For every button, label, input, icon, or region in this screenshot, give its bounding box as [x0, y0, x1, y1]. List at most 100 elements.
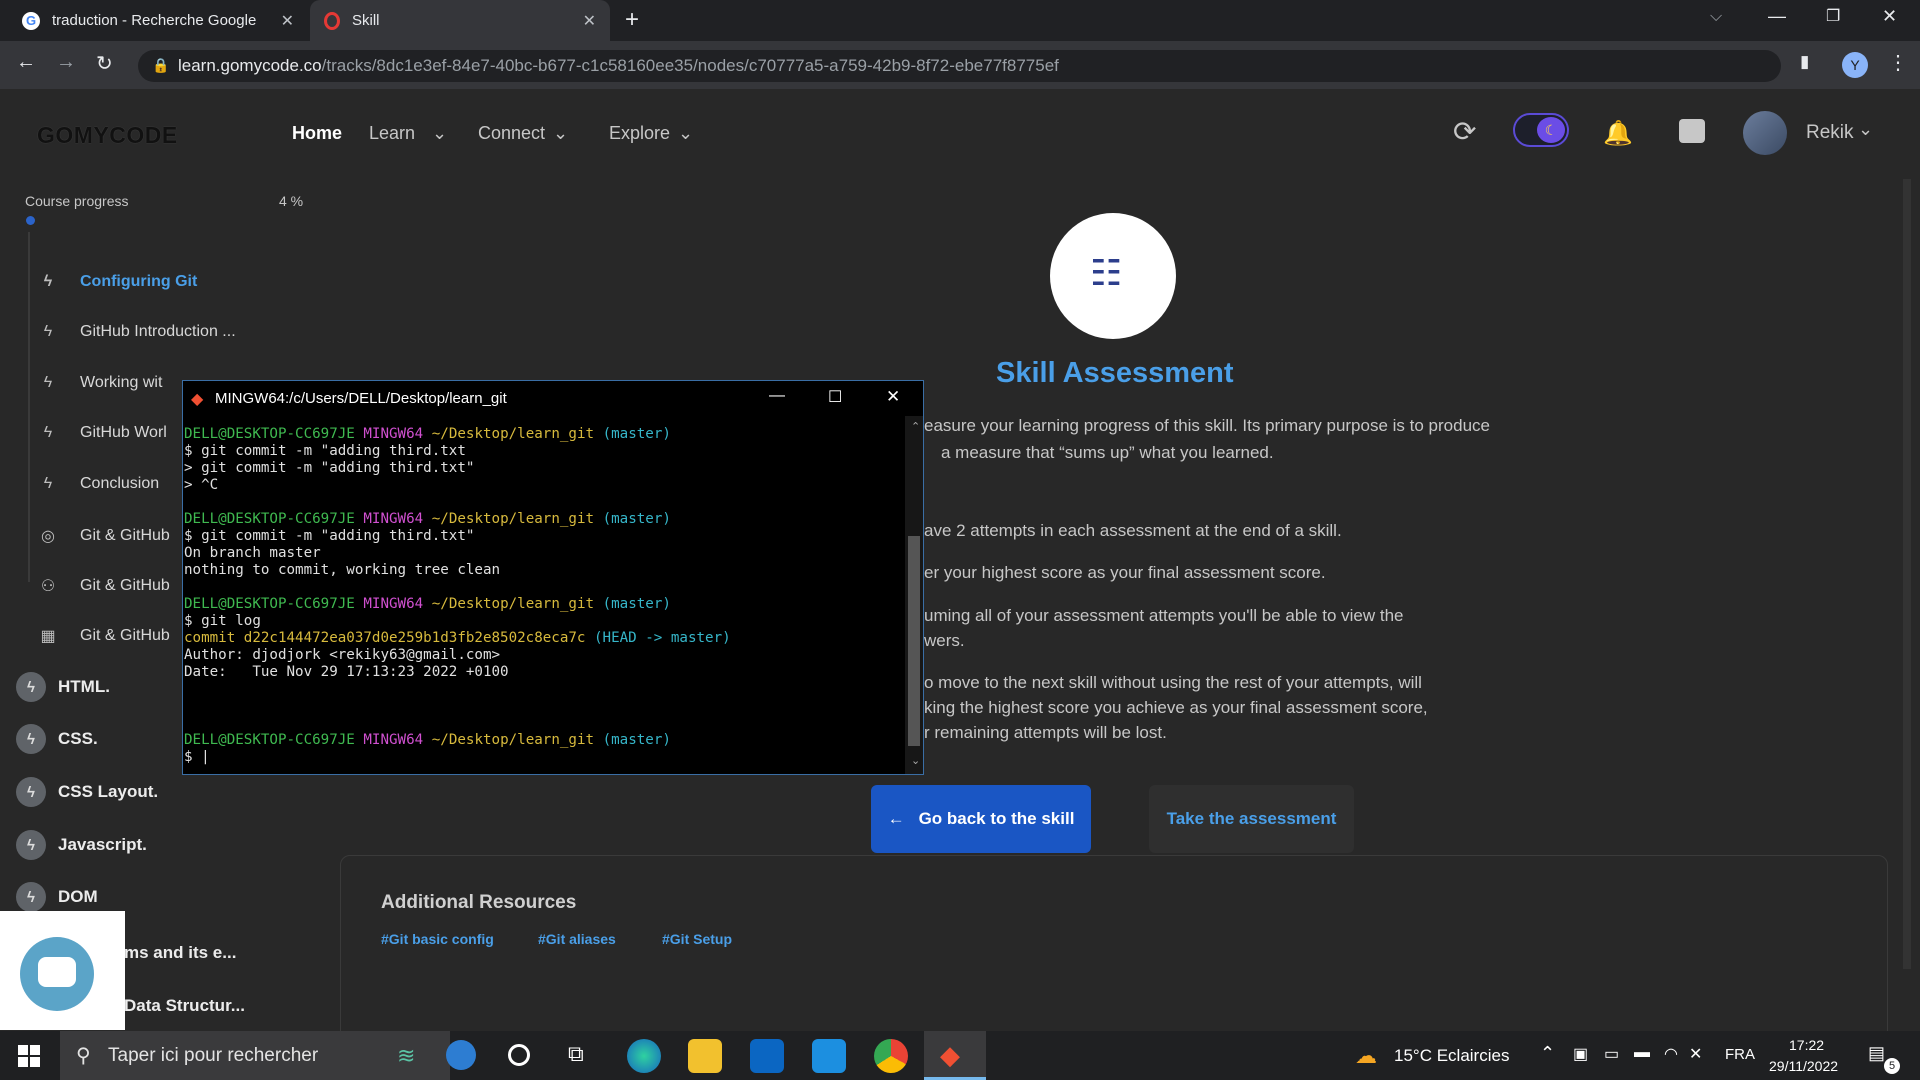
category-javascript[interactable]: ϟ Javascript. — [16, 830, 147, 860]
reload-icon[interactable]: ↻ — [96, 51, 113, 76]
category-css-layout[interactable]: ϟ CSS Layout. — [16, 777, 158, 807]
network-icon[interactable]: ▣ — [1573, 1044, 1588, 1064]
chat-icon[interactable] — [1679, 119, 1705, 143]
weather-text[interactable]: 15°C Eclaircies — [1394, 1046, 1509, 1066]
terminal-window[interactable]: ◆ MINGW64:/c/Users/DELL/Desktop/learn_gi… — [182, 380, 924, 775]
sidebar-item-git-github-1[interactable]: ◎ Git & GitHub — [40, 526, 170, 546]
new-tab-icon[interactable]: + — [625, 6, 639, 34]
taskbar-search-input[interactable]: ⚲ Taper ici pour rechercher ≋ — [60, 1031, 476, 1080]
gomycode-logo[interactable]: GOMYCODE — [37, 122, 178, 149]
menu-dots-icon[interactable]: ⋮ — [1888, 50, 1908, 75]
chat-bubble-icon[interactable] — [20, 937, 94, 1011]
windows-start-icon[interactable] — [18, 1045, 40, 1067]
category-data-structures[interactable]: Data Structur... — [124, 996, 245, 1016]
tab-google[interactable]: G traduction - Recherche Google ✕ — [8, 0, 308, 41]
resources-title: Additional Resources — [381, 892, 577, 913]
store-icon[interactable] — [750, 1039, 784, 1073]
close-icon[interactable]: ✕ — [583, 11, 596, 31]
sidebar-item-github-intro[interactable]: ϟ GitHub Introduction ... — [40, 323, 236, 341]
page-scrollbar[interactable] — [1903, 179, 1911, 969]
go-back-button[interactable]: ← Go back to the skill — [871, 785, 1091, 853]
tag-git-aliases[interactable]: #Git aliases — [538, 931, 616, 947]
chevron-down-icon[interactable]: ⌵ — [1710, 8, 1722, 26]
restore-icon[interactable]: ❐ — [1826, 6, 1840, 26]
language-indicator[interactable]: FRA — [1725, 1046, 1755, 1063]
bell-icon[interactable]: 🔔 — [1603, 119, 1633, 148]
minimize-icon[interactable]: — — [1768, 6, 1786, 27]
sidebar-item-git-github-3[interactable]: ▦ Git & GitHub — [40, 626, 169, 646]
scrollbar-thumb[interactable] — [908, 536, 920, 746]
url-host: learn.gomycode.co — [178, 56, 322, 75]
edge-icon[interactable] — [627, 1039, 661, 1073]
url-path: /tracks/8dc1e3ef-84e7-40bc-b677-c1c58160… — [321, 56, 1059, 75]
back-arrow-icon[interactable]: ← — [16, 51, 36, 74]
wifi-icon[interactable]: ◠ — [1664, 1044, 1678, 1064]
battery-icon[interactable]: ▬ — [1634, 1044, 1650, 1062]
cortana-icon[interactable] — [508, 1044, 530, 1066]
terminal-scrollbar[interactable]: ⌃ ⌄ — [905, 416, 923, 774]
bolt-icon: ϟ — [16, 882, 46, 912]
chevron-down-icon[interactable]: ⌄ — [432, 123, 447, 144]
tag-git-basic-config[interactable]: #Git basic config — [381, 931, 494, 947]
sidebar-item-configuring-git[interactable]: ϟ Configuring Git — [40, 273, 198, 291]
refresh-icon[interactable]: ⟳ — [1453, 115, 1476, 148]
file-explorer-icon[interactable] — [688, 1039, 722, 1073]
globe-icon[interactable] — [446, 1040, 476, 1070]
google-icon: G — [22, 11, 40, 30]
assessment-icon-circle: ☷ — [1050, 213, 1176, 339]
bolt-icon: ϟ — [16, 830, 46, 860]
terminal-output[interactable]: DELL@DESKTOP-CC697JE MINGW64 ~/Desktop/l… — [183, 416, 905, 774]
chevron-down-icon[interactable]: ⌄ — [553, 123, 568, 144]
chevron-up-icon[interactable]: ⌃ — [1540, 1043, 1555, 1064]
chevron-up-icon[interactable]: ⌃ — [911, 420, 920, 433]
forward-arrow-icon[interactable]: → — [56, 51, 76, 74]
minimize-icon[interactable]: — — [769, 387, 785, 405]
take-assessment-button[interactable]: Take the assessment — [1149, 785, 1354, 853]
nav-explore[interactable]: Explore — [609, 123, 670, 144]
sidebar-item-conclusion[interactable]: ϟ Conclusion — [40, 475, 159, 493]
nav-learn[interactable]: Learn — [369, 123, 415, 144]
terminal-title-bar[interactable]: ◆ MINGW64:/c/Users/DELL/Desktop/learn_gi… — [183, 381, 923, 416]
tag-git-setup[interactable]: #Git Setup — [662, 931, 732, 947]
chevron-down-icon[interactable]: ⌄ — [678, 123, 693, 144]
category-css[interactable]: ϟ CSS. — [16, 724, 98, 754]
category-dom[interactable]: ϟ DOM — [16, 882, 98, 912]
task-view-icon[interactable]: ⧉ — [568, 1041, 584, 1067]
sidebar-item-github-workflow[interactable]: ϟ GitHub Worl — [40, 424, 167, 442]
category-html[interactable]: ϟ HTML. — [16, 672, 110, 702]
mail-icon[interactable] — [812, 1039, 846, 1073]
sidebar-item-git-github-2[interactable]: ⚇ Git & GitHub — [40, 576, 170, 596]
nav-home[interactable]: Home — [292, 123, 342, 144]
profile-avatar[interactable]: Y — [1842, 52, 1868, 78]
close-window-icon[interactable]: ✕ — [1882, 6, 1897, 27]
dark-mode-toggle[interactable]: ☾ — [1513, 113, 1569, 147]
clock-time[interactable]: 17:22 — [1789, 1037, 1824, 1053]
display-icon[interactable]: ▭ — [1604, 1044, 1619, 1064]
category-algorithms[interactable]: ms and its e... — [124, 943, 236, 963]
intro-line-1: easure your learning progress of this sk… — [924, 416, 1490, 435]
sidebar-item-working[interactable]: ϟ Working wit — [40, 374, 163, 392]
close-icon[interactable]: ✕ — [281, 11, 294, 31]
tab-skill[interactable]: Skill ✕ — [310, 0, 610, 41]
close-icon[interactable]: ✕ — [886, 387, 900, 407]
side-panel-icon[interactable]: ▮ — [1800, 52, 1809, 72]
avatar[interactable] — [1743, 111, 1787, 155]
nav-connect[interactable]: Connect — [478, 123, 545, 144]
chevron-down-icon[interactable]: ⌄ — [1858, 119, 1873, 140]
address-bar[interactable]: 🔒 learn.gomycode.co/tracks/8dc1e3ef-84e7… — [138, 50, 1781, 82]
username[interactable]: Rekik — [1806, 122, 1854, 144]
maximize-icon[interactable]: ☐ — [828, 387, 842, 407]
progress-label: Course progress — [25, 193, 129, 209]
arrow-left-icon: ← — [887, 809, 905, 828]
chrome-icon[interactable] — [874, 1039, 908, 1073]
widget-icon[interactable]: ≋ — [397, 1043, 415, 1069]
bolt-icon: ϟ — [43, 424, 53, 441]
terminal-title: MINGW64:/c/Users/DELL/Desktop/learn_git — [215, 390, 507, 407]
notification-icon[interactable]: ▤ — [1868, 1043, 1885, 1064]
bolt-icon: ϟ — [16, 777, 46, 807]
volume-muted-icon[interactable]: ✕ — [1689, 1044, 1702, 1064]
git-bash-icon: ◆ — [191, 391, 204, 408]
clock-date[interactable]: 29/11/2022 — [1769, 1058, 1838, 1074]
chevron-down-icon[interactable]: ⌄ — [911, 754, 920, 767]
git-bash-taskbar-button[interactable]: ◆ — [924, 1031, 986, 1080]
